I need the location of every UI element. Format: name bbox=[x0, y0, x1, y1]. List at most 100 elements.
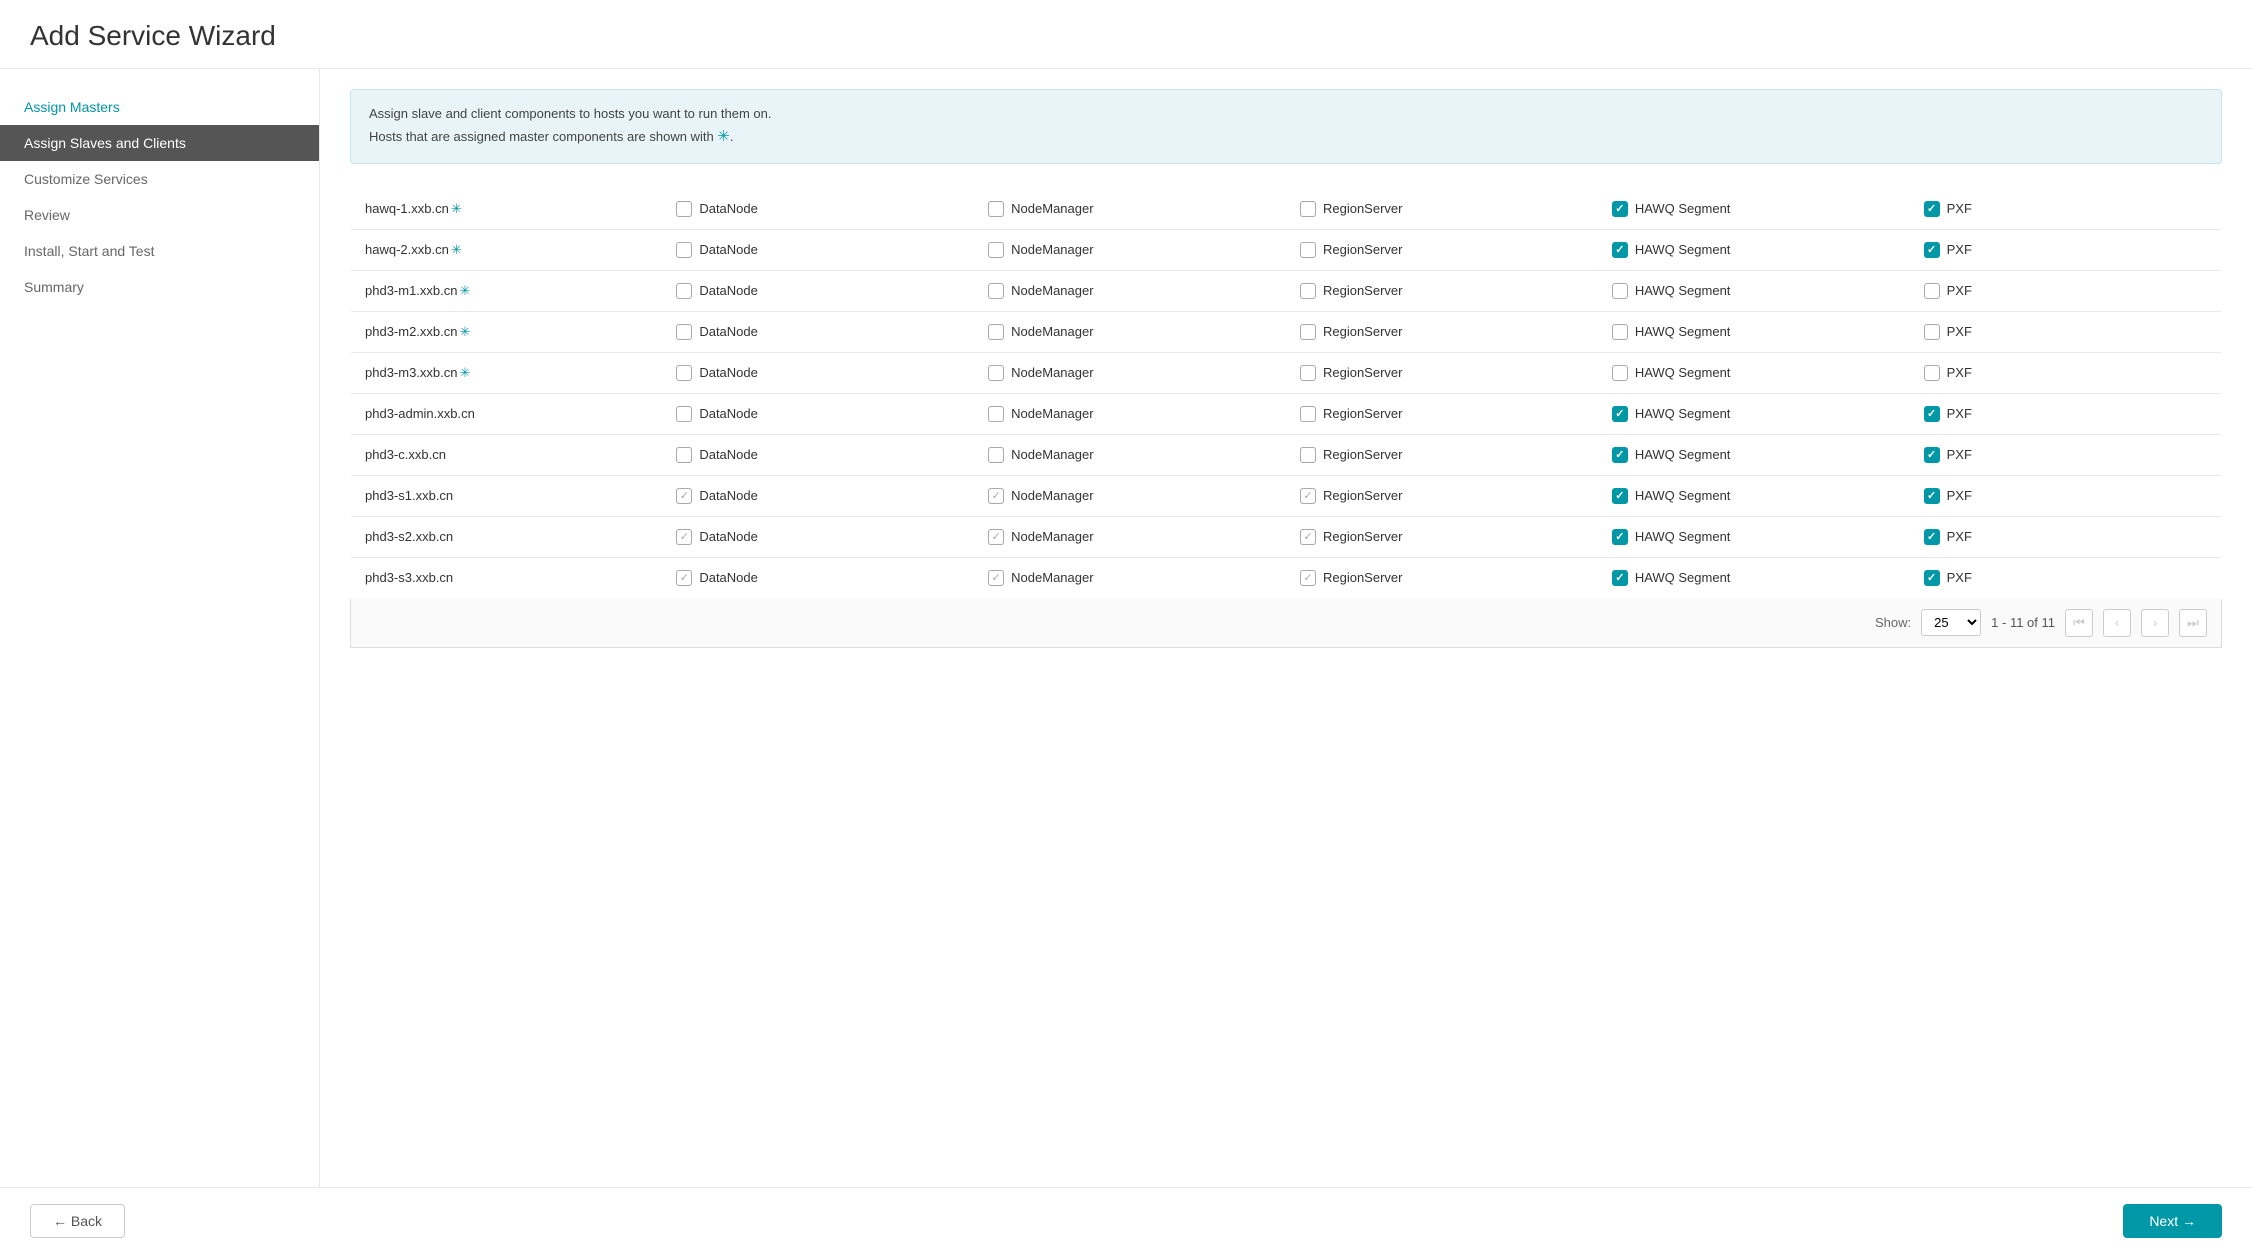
component-label: NodeManager bbox=[1011, 242, 1093, 257]
checkbox-regionserver[interactable] bbox=[1300, 242, 1316, 258]
checkbox-datanode[interactable] bbox=[676, 488, 692, 504]
checkbox-nodemanager[interactable] bbox=[988, 529, 1004, 545]
component-label: HAWQ Segment bbox=[1635, 283, 1731, 298]
component-cell-regionserver: RegionServer bbox=[1286, 393, 1598, 434]
component-cell-pxf: PXF bbox=[1910, 311, 2222, 352]
component-label: DataNode bbox=[699, 201, 758, 216]
sidebar-item-review: Review bbox=[0, 197, 319, 233]
checkbox-regionserver[interactable] bbox=[1300, 283, 1316, 299]
checkbox-pxf[interactable] bbox=[1924, 529, 1940, 545]
component-cell-datanode: DataNode bbox=[662, 352, 974, 393]
component-label: HAWQ Segment bbox=[1635, 570, 1731, 585]
checkbox-pxf[interactable] bbox=[1924, 365, 1940, 381]
checkbox-pxf[interactable] bbox=[1924, 488, 1940, 504]
checkbox-hawq-segment[interactable] bbox=[1612, 447, 1628, 463]
checkbox-hawq-segment[interactable] bbox=[1612, 529, 1628, 545]
checkbox-regionserver[interactable] bbox=[1300, 570, 1316, 586]
page-size-select[interactable]: 102550100 bbox=[1921, 609, 1981, 636]
checkbox-nodemanager[interactable] bbox=[988, 201, 1004, 217]
component-cell-pxf: PXF bbox=[1910, 229, 2222, 270]
component-label: RegionServer bbox=[1323, 406, 1403, 421]
checkbox-regionserver[interactable] bbox=[1300, 201, 1316, 217]
next-button[interactable]: Next → bbox=[2123, 1204, 2222, 1238]
main-layout: Assign MastersAssign Slaves and ClientsC… bbox=[0, 69, 2252, 1187]
prev-page-button[interactable]: ‹ bbox=[2103, 609, 2131, 637]
component-label: DataNode bbox=[699, 570, 758, 585]
checkbox-hawq-segment[interactable] bbox=[1612, 283, 1628, 299]
component-label: NodeManager bbox=[1011, 570, 1093, 585]
component-cell-regionserver: RegionServer bbox=[1286, 311, 1598, 352]
first-page-button[interactable]: ⏮ bbox=[2065, 609, 2093, 637]
back-button[interactable]: ← Back bbox=[30, 1204, 125, 1238]
checkbox-nodemanager[interactable] bbox=[988, 242, 1004, 258]
component-label: RegionServer bbox=[1323, 570, 1403, 585]
component-cell-pxf: PXF bbox=[1910, 475, 2222, 516]
checkbox-pxf[interactable] bbox=[1924, 570, 1940, 586]
next-page-button[interactable]: › bbox=[2141, 609, 2169, 637]
checkbox-pxf[interactable] bbox=[1924, 324, 1940, 340]
checkbox-nodemanager[interactable] bbox=[988, 447, 1004, 463]
component-label: RegionServer bbox=[1323, 447, 1403, 462]
component-cell-hawq-segment: HAWQ Segment bbox=[1598, 270, 1910, 311]
component-cell-regionserver: RegionServer bbox=[1286, 352, 1598, 393]
component-cell-hawq-segment: HAWQ Segment bbox=[1598, 516, 1910, 557]
checkbox-nodemanager[interactable] bbox=[988, 283, 1004, 299]
sidebar-item-customize-services: Customize Services bbox=[0, 161, 319, 197]
component-cell-regionserver: RegionServer bbox=[1286, 270, 1598, 311]
checkbox-pxf[interactable] bbox=[1924, 201, 1940, 217]
master-star-icon: ✳ bbox=[460, 324, 471, 339]
component-label: PXF bbox=[1947, 488, 1972, 503]
component-label: RegionServer bbox=[1323, 324, 1403, 339]
sidebar-item-assign-masters[interactable]: Assign Masters bbox=[0, 89, 319, 125]
checkbox-regionserver[interactable] bbox=[1300, 488, 1316, 504]
component-label: HAWQ Segment bbox=[1635, 365, 1731, 380]
checkbox-pxf[interactable] bbox=[1924, 406, 1940, 422]
checkbox-hawq-segment[interactable] bbox=[1612, 570, 1628, 586]
component-label: PXF bbox=[1947, 324, 1972, 339]
checkbox-datanode[interactable] bbox=[676, 447, 692, 463]
checkbox-datanode[interactable] bbox=[676, 406, 692, 422]
checkbox-nodemanager[interactable] bbox=[988, 570, 1004, 586]
checkbox-hawq-segment[interactable] bbox=[1612, 365, 1628, 381]
checkbox-pxf[interactable] bbox=[1924, 283, 1940, 299]
checkbox-datanode[interactable] bbox=[676, 570, 692, 586]
checkbox-datanode[interactable] bbox=[676, 365, 692, 381]
checkbox-datanode[interactable] bbox=[676, 529, 692, 545]
page-info: 1 - 11 of 11 bbox=[1991, 615, 2055, 630]
component-cell-regionserver: RegionServer bbox=[1286, 475, 1598, 516]
checkbox-datanode[interactable] bbox=[676, 201, 692, 217]
checkbox-regionserver[interactable] bbox=[1300, 406, 1316, 422]
component-label: NodeManager bbox=[1011, 283, 1093, 298]
checkbox-datanode[interactable] bbox=[676, 283, 692, 299]
checkbox-nodemanager[interactable] bbox=[988, 406, 1004, 422]
checkbox-hawq-segment[interactable] bbox=[1612, 488, 1628, 504]
checkbox-regionserver[interactable] bbox=[1300, 529, 1316, 545]
checkbox-regionserver[interactable] bbox=[1300, 365, 1316, 381]
component-label: PXF bbox=[1947, 447, 1972, 462]
component-label: PXF bbox=[1947, 570, 1972, 585]
host-name-cell: phd3-admin.xxb.cn bbox=[351, 393, 663, 434]
checkbox-pxf[interactable] bbox=[1924, 242, 1940, 258]
checkbox-datanode[interactable] bbox=[676, 324, 692, 340]
checkbox-hawq-segment[interactable] bbox=[1612, 324, 1628, 340]
checkbox-pxf[interactable] bbox=[1924, 447, 1940, 463]
component-label: PXF bbox=[1947, 283, 1972, 298]
checkbox-nodemanager[interactable] bbox=[988, 324, 1004, 340]
master-star-icon: ✳ bbox=[460, 283, 471, 298]
checkbox-nodemanager[interactable] bbox=[988, 365, 1004, 381]
last-page-button[interactable]: ⏭ bbox=[2179, 609, 2207, 637]
pagination-row: Show:1025501001 - 11 of 11⏮‹›⏭ bbox=[350, 599, 2222, 648]
component-cell-hawq-segment: HAWQ Segment bbox=[1598, 311, 1910, 352]
checkbox-datanode[interactable] bbox=[676, 242, 692, 258]
component-cell-pxf: PXF bbox=[1910, 352, 2222, 393]
checkbox-regionserver[interactable] bbox=[1300, 324, 1316, 340]
checkbox-hawq-segment[interactable] bbox=[1612, 406, 1628, 422]
component-cell-datanode: DataNode bbox=[662, 311, 974, 352]
checkbox-nodemanager[interactable] bbox=[988, 488, 1004, 504]
host-name-cell: phd3-s1.xxb.cn bbox=[351, 475, 663, 516]
checkbox-hawq-segment[interactable] bbox=[1612, 201, 1628, 217]
host-name-cell: phd3-c.xxb.cn bbox=[351, 434, 663, 475]
checkbox-regionserver[interactable] bbox=[1300, 447, 1316, 463]
hosts-table-container: hawq-1.xxb.cn✳DataNodeNodeManagerRegionS… bbox=[350, 188, 2222, 599]
checkbox-hawq-segment[interactable] bbox=[1612, 242, 1628, 258]
